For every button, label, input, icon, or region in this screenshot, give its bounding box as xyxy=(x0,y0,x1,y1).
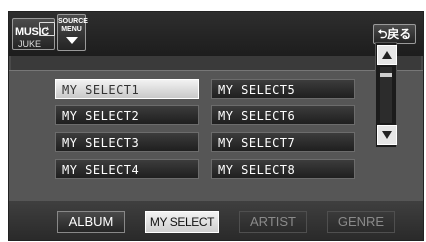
list-panel: MY SELECT1 MY SELECT2 MY SELECT3 MY SELE… xyxy=(9,70,423,202)
list-item[interactable]: MY SELECT8 xyxy=(211,159,355,179)
arrow-down-icon xyxy=(382,131,392,139)
scroll-track[interactable] xyxy=(380,67,392,123)
music-note-icon: ♪ xyxy=(39,22,55,36)
music-juke-button[interactable]: MUSIC JUKE ♪ xyxy=(12,18,55,50)
scroll-thumb[interactable] xyxy=(380,73,392,77)
tab-album[interactable]: ALBUM xyxy=(57,211,125,233)
juke-label: JUKE xyxy=(18,39,42,49)
audio-ui-frame: MUSIC JUKE ♪ SOURCE MENU ⮌戻る MY SELECT1 … xyxy=(8,11,424,241)
scrollbar[interactable] xyxy=(375,42,397,148)
chevron-down-icon xyxy=(65,37,78,44)
tab-my-select[interactable]: MY SELECT xyxy=(145,211,219,233)
screen: MUSIC JUKE ♪ SOURCE MENU ⮌戻る MY SELECT1 … xyxy=(0,0,426,242)
source-label: SOURCE xyxy=(58,18,88,25)
tab-artist: ARTIST xyxy=(239,211,307,233)
tab-genre: GENRE xyxy=(327,211,395,233)
scroll-down-button[interactable] xyxy=(377,125,397,145)
scroll-up-button[interactable] xyxy=(377,45,397,65)
menu-label: MENU xyxy=(61,26,82,33)
list-item[interactable]: MY SELECT1 xyxy=(55,79,199,99)
list-item[interactable]: MY SELECT3 xyxy=(55,132,199,152)
source-menu-button[interactable]: SOURCE MENU xyxy=(57,14,88,51)
bottom-tab-bar: ALBUM MY SELECT ARTIST GENRE xyxy=(9,201,423,240)
back-button[interactable]: ⮌戻る xyxy=(373,24,416,44)
arrow-up-icon xyxy=(382,51,392,59)
top-bar: MUSIC JUKE ♪ SOURCE MENU ⮌戻る xyxy=(9,12,423,56)
list-item[interactable]: MY SELECT2 xyxy=(55,105,199,125)
list-item[interactable]: MY SELECT5 xyxy=(211,79,355,99)
list-item[interactable]: MY SELECT7 xyxy=(211,132,355,152)
list-item[interactable]: MY SELECT4 xyxy=(55,159,199,179)
list-item[interactable]: MY SELECT6 xyxy=(211,105,355,125)
